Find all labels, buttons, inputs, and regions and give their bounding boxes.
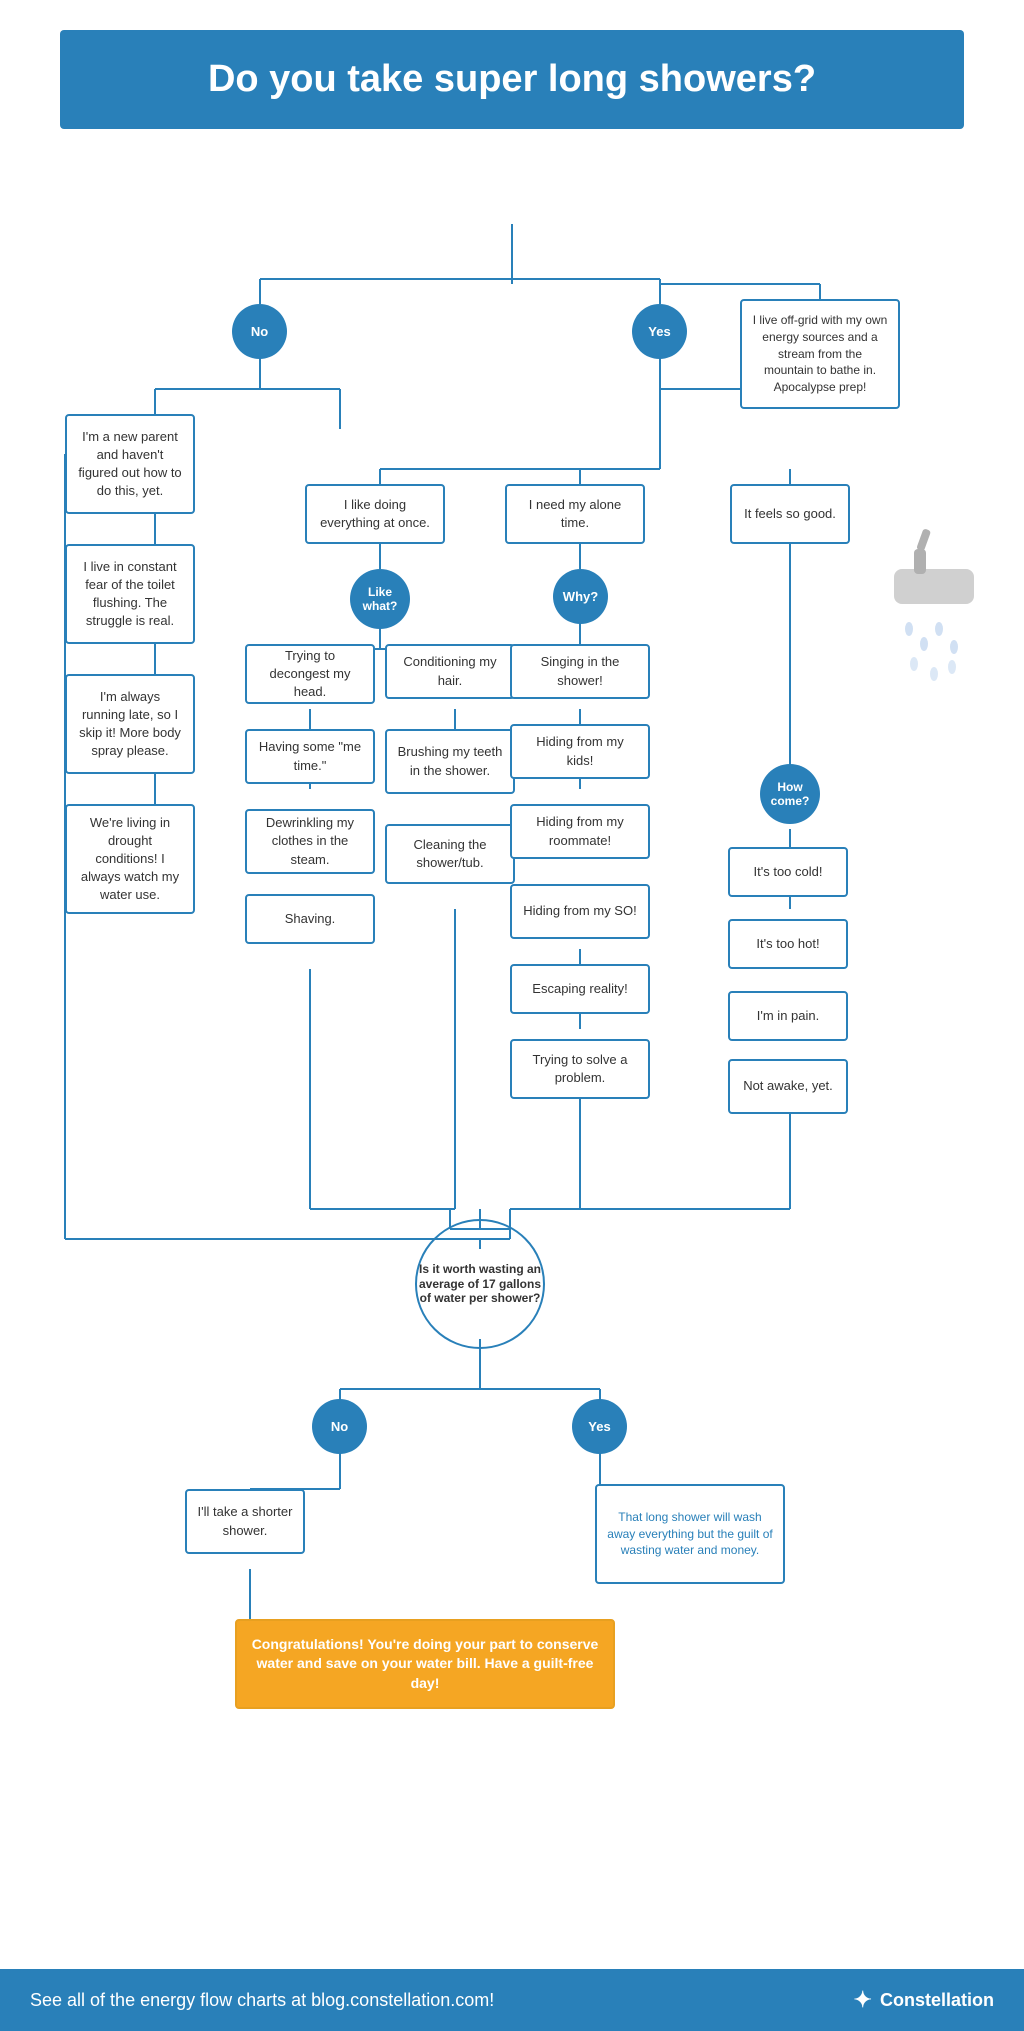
header: Do you take super long showers?	[60, 30, 964, 129]
constellation-icon: ✦	[854, 1987, 872, 2013]
trying-decongest-box: Trying to decongest my head.	[245, 644, 375, 704]
escaping-box: Escaping reality!	[510, 964, 650, 1014]
worth-wasting-circle: Is it worth wasting an average of 17 gal…	[415, 1219, 545, 1349]
not-awake-box: Not awake, yet.	[728, 1059, 848, 1114]
no-circle: No	[232, 304, 287, 359]
header-line	[0, 224, 1024, 284]
no2-circle: No	[312, 1399, 367, 1454]
long-shower-box: That long shower will wash away everythi…	[595, 1484, 785, 1584]
off-grid-box: I live off-grid with my own energy sourc…	[740, 299, 900, 409]
new-parent-box: I'm a new parent and haven't figured out…	[65, 414, 195, 514]
yes2-circle: Yes	[572, 1399, 627, 1454]
toilet-fear-box: I live in constant fear of the toilet fl…	[65, 544, 195, 644]
cleaning-box: Cleaning the shower/tub.	[385, 824, 515, 884]
conditioning-box: Conditioning my hair.	[385, 644, 515, 699]
having-me-time-box: Having some "me time."	[245, 729, 375, 784]
flowchart: No Yes I live off-grid with my own energ…	[0, 129, 1024, 1949]
too-cold-box: It's too cold!	[728, 847, 848, 897]
problem-box: Trying to solve a problem.	[510, 1039, 650, 1099]
footer-logo: ✦ Constellation	[854, 1987, 994, 2013]
footer: See all of the energy flow charts at blo…	[0, 1969, 1024, 2031]
feels-good-box: It feels so good.	[730, 484, 850, 544]
too-hot-box: It's too hot!	[728, 919, 848, 969]
like-doing-box: I like doing everything at once.	[305, 484, 445, 544]
in-pain-box: I'm in pain.	[728, 991, 848, 1041]
brushing-box: Brushing my teeth in the shower.	[385, 729, 515, 794]
singing-box: Singing in the shower!	[510, 644, 650, 699]
page-title: Do you take super long showers?	[120, 58, 904, 101]
drought-box: We're living in drought conditions! I al…	[65, 804, 195, 914]
page-wrapper: Do you take super long showers?	[0, 30, 1024, 2031]
yes-circle: Yes	[632, 304, 687, 359]
hiding-so-box: Hiding from my SO!	[510, 884, 650, 939]
hiding-roommate-box: Hiding from my roommate!	[510, 804, 650, 859]
shower-icon	[864, 509, 1004, 709]
alone-time-box: I need my alone time.	[505, 484, 645, 544]
dewrinkling-box: Dewrinkling my clothes in the steam.	[245, 809, 375, 874]
hiding-kids-box: Hiding from my kids!	[510, 724, 650, 779]
shaving-box: Shaving.	[245, 894, 375, 944]
why-circle: Why?	[553, 569, 608, 624]
how-come-circle: How come?	[760, 764, 820, 824]
footer-text: See all of the energy flow charts at blo…	[30, 1990, 494, 2011]
congratulations-box: Congratulations! You're doing your part …	[235, 1619, 615, 1709]
like-what-circle: Like what?	[350, 569, 410, 629]
always-late-box: I'm always running late, so I skip it! M…	[65, 674, 195, 774]
shorter-shower-box: I'll take a shorter shower.	[185, 1489, 305, 1554]
